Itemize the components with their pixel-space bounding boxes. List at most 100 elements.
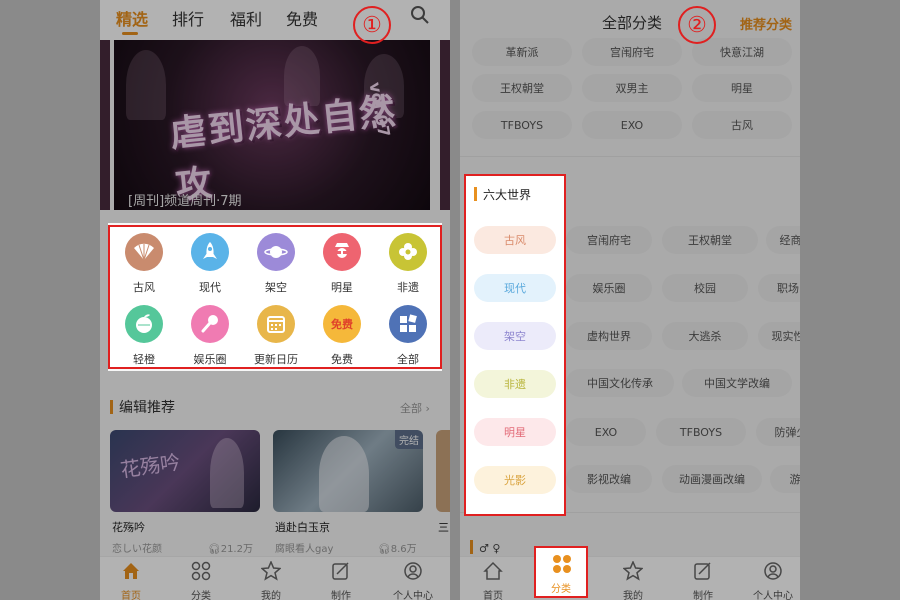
tag-pill[interactable]: EXO bbox=[566, 418, 646, 446]
tag-pill[interactable]: 娱乐圈 bbox=[566, 274, 652, 302]
tag-pill[interactable]: EXO bbox=[582, 111, 682, 139]
bottom-nav: 首页 我的 制作 个人中心 bbox=[460, 556, 800, 600]
nav-label: 我的 bbox=[623, 591, 643, 600]
tag-pill[interactable]: 防弹少 bbox=[756, 418, 800, 446]
headphone-icon: 🎧︎ bbox=[208, 544, 221, 555]
recommended-categories-link[interactable]: 推荐分类 bbox=[740, 14, 792, 33]
gender-section-header: ♂ ♀ bbox=[470, 540, 500, 555]
nav-label: 分类 bbox=[191, 591, 211, 600]
star-person-icon bbox=[323, 233, 361, 271]
search-icon[interactable] bbox=[410, 5, 430, 25]
tag-pill[interactable]: 现实性 bbox=[758, 322, 800, 350]
tag-pill[interactable]: 虚构世界 bbox=[566, 322, 652, 350]
nav-create[interactable]: 制作 bbox=[678, 561, 728, 600]
tag-pill[interactable]: 宫闱府宅 bbox=[566, 226, 652, 254]
card-title[interactable]: 三 bbox=[438, 519, 449, 535]
category-update-calendar[interactable]: 更新日历 bbox=[246, 305, 306, 367]
tag-pill[interactable]: 双男主 bbox=[582, 74, 682, 102]
tag-pill[interactable]: 大逃杀 bbox=[662, 322, 748, 350]
category-label: 明星 bbox=[331, 281, 353, 294]
category-grid: 古风 现代 架空 明星 非遗 轻橙 娱乐圈 更新日历 免费 免费 全部 bbox=[108, 225, 442, 369]
category-free[interactable]: 免费 免费 bbox=[312, 305, 372, 367]
tag-pill[interactable]: 职场 bbox=[758, 274, 800, 302]
nav-label: 制作 bbox=[331, 591, 351, 600]
category-gufeng[interactable]: 古风 bbox=[114, 233, 174, 295]
category-modern[interactable]: 现代 bbox=[180, 233, 240, 295]
category-all[interactable]: 全部 bbox=[378, 305, 438, 367]
world-heritage[interactable]: 非遗 bbox=[474, 370, 556, 398]
nav-home[interactable]: 首页 bbox=[106, 561, 156, 600]
category-heritage[interactable]: 非遗 bbox=[378, 233, 438, 295]
category-celebrity[interactable]: 明星 bbox=[312, 233, 372, 295]
tag-pill[interactable]: 宫闱府宅 bbox=[582, 38, 682, 66]
nav-category-highlight[interactable]: 分类 bbox=[534, 546, 588, 598]
card-title[interactable]: 逍赴白玉京 bbox=[275, 519, 330, 535]
category-icon bbox=[553, 555, 571, 573]
card-title[interactable]: 花殇吟 bbox=[112, 519, 145, 535]
tag-pill[interactable]: 王权朝堂 bbox=[662, 226, 758, 254]
male-icon: ♂ bbox=[479, 542, 489, 555]
card-cover-3[interactable] bbox=[436, 430, 450, 512]
tab-featured[interactable]: 精选 bbox=[116, 6, 148, 30]
category-fantasy[interactable]: 架空 bbox=[246, 233, 306, 295]
nav-label: 首页 bbox=[121, 591, 141, 600]
category-label: 更新日历 bbox=[254, 353, 298, 366]
orange-icon bbox=[125, 305, 163, 343]
edit-icon bbox=[332, 562, 349, 580]
tag-pill[interactable]: 动画漫画改编 bbox=[662, 465, 762, 493]
tag-pill[interactable]: 中国文学改编 bbox=[682, 369, 792, 397]
card-author: 腐眼看人gay bbox=[275, 544, 334, 555]
tag-pill[interactable]: 游 bbox=[770, 465, 800, 493]
panel-title-text: 六大世界 bbox=[483, 188, 532, 202]
tab-benefits[interactable]: 福利 bbox=[230, 6, 262, 30]
tag-pill[interactable]: 经商种 bbox=[766, 226, 800, 254]
fan-icon bbox=[125, 233, 163, 271]
card-author: 恋しい花颜 bbox=[112, 544, 162, 555]
section-title-text: 编辑推荐 bbox=[119, 400, 175, 416]
page-title: 全部分类 bbox=[602, 14, 663, 32]
card-cover-2[interactable]: 完结 bbox=[273, 430, 423, 512]
tag-pill[interactable]: TFBOYS bbox=[656, 418, 746, 446]
star-icon bbox=[260, 560, 282, 581]
world-gufeng[interactable]: 古风 bbox=[474, 226, 556, 254]
featured-banner[interactable]: 虐到深处自然攻 vol.07 [周刊]频道周刊·7期 bbox=[114, 40, 430, 210]
bottom-nav: 首页 分类 我的 制作 个人中心 bbox=[100, 556, 450, 600]
tag-pill[interactable]: 校园 bbox=[662, 274, 748, 302]
nav-profile[interactable]: 个人中心 bbox=[748, 561, 798, 600]
banner-caption: [周刊]频道周刊·7期 bbox=[128, 194, 242, 209]
nav-label: 我的 bbox=[261, 591, 281, 600]
nav-mine[interactable]: 我的 bbox=[246, 560, 296, 600]
tag-pill[interactable]: 古风 bbox=[692, 111, 792, 139]
banner-prev-peek bbox=[100, 40, 110, 210]
play-count: 21.2万 bbox=[220, 544, 253, 555]
section-accent-bar bbox=[110, 400, 113, 414]
tab-free[interactable]: 免费 bbox=[286, 6, 318, 30]
category-label: 免费 bbox=[331, 353, 353, 366]
tab-ranking[interactable]: 排行 bbox=[172, 6, 204, 30]
tag-pill[interactable]: 明星 bbox=[692, 74, 792, 102]
calendar-icon bbox=[257, 305, 295, 343]
nav-create[interactable]: 制作 bbox=[316, 561, 366, 600]
tag-pill[interactable]: 快意江湖 bbox=[692, 38, 792, 66]
star-icon bbox=[622, 560, 644, 581]
nav-profile[interactable]: 个人中心 bbox=[388, 561, 438, 600]
nav-category[interactable]: 分类 bbox=[176, 561, 226, 600]
tag-pill[interactable]: 王权朝堂 bbox=[472, 74, 572, 102]
top-tab-bar: 精选 排行 福利 免费 bbox=[100, 0, 450, 40]
tag-pill[interactable]: 中国文化传承 bbox=[566, 369, 674, 397]
tag-pill[interactable]: TFBOYS bbox=[472, 111, 572, 139]
dim-overlay bbox=[100, 223, 108, 371]
tag-pill[interactable]: 影视改编 bbox=[566, 465, 652, 493]
world-modern[interactable]: 现代 bbox=[474, 274, 556, 302]
view-all-link[interactable]: 全部 › bbox=[400, 400, 430, 416]
category-entertainment[interactable]: 娱乐圈 bbox=[180, 305, 240, 367]
nav-mine[interactable]: 我的 bbox=[608, 560, 658, 600]
world-fantasy[interactable]: 架空 bbox=[474, 322, 556, 350]
card-cover-1[interactable]: 花殇吟 bbox=[110, 430, 260, 512]
world-film[interactable]: 光影 bbox=[474, 466, 556, 494]
nav-home[interactable]: 首页 bbox=[468, 561, 518, 600]
category-light-orange[interactable]: 轻橙 bbox=[114, 305, 174, 367]
world-celebrity[interactable]: 明星 bbox=[474, 418, 556, 446]
tag-pill[interactable]: 革新派 bbox=[472, 38, 572, 66]
category-label: 全部 bbox=[397, 353, 419, 366]
